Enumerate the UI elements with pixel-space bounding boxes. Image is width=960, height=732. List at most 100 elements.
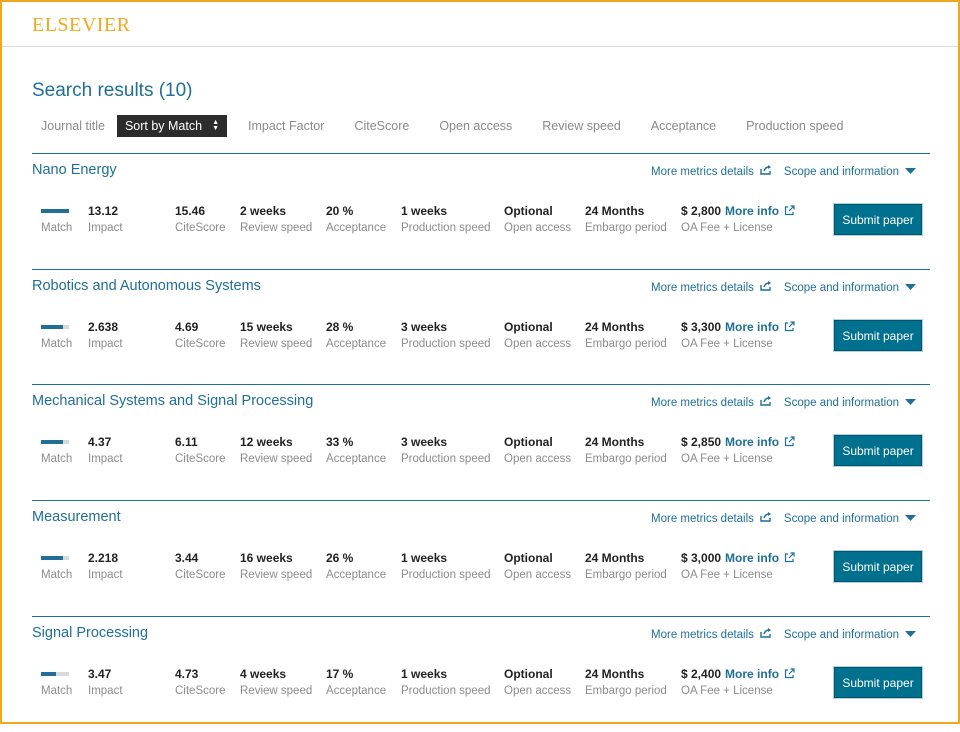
journal-name[interactable]: Signal Processing [32,625,148,641]
review-metric: 4 weeks Review speed [240,667,312,697]
production-value: 1 weeks [401,551,448,565]
sort-impact-factor[interactable]: Impact Factor [248,119,324,133]
sort-bar: Journal title Sort by Match ▲ ▼ Impact Fa… [32,115,864,137]
citescore-metric: 15.46 CiteScore [175,204,226,234]
impact-label: Impact [88,685,123,697]
embargo-value: 24 Months [585,204,645,218]
scope-info-toggle[interactable]: Scope and information [784,281,916,294]
impact-label: Impact [88,453,123,465]
caret-down-icon [905,282,916,294]
match-bar-fill [41,556,64,560]
match-label: Match [41,222,73,234]
review-value: 2 weeks [240,204,287,218]
journal-card: Measurement More metrics details Scope a… [32,500,930,616]
open-access-metric: Optional Open access [504,435,571,465]
submit-paper-button[interactable]: Submit paper [834,551,922,582]
sort-production-speed[interactable]: Production speed [746,119,843,133]
impact-label: Impact [88,222,123,234]
embargo-metric: 24 Months Embargo period [585,667,667,697]
journal-links: More metrics details Scope and informati… [651,628,916,641]
match-label: Match [41,453,73,465]
sort-acceptance[interactable]: Acceptance [651,119,716,133]
match-metric: Match [41,435,72,465]
submit-paper-button[interactable]: Submit paper [834,204,922,235]
review-metric: 15 weeks Review speed [240,320,312,350]
embargo-label: Embargo period [585,569,667,581]
more-info-link[interactable]: More info [725,204,795,218]
fee-label: OA Fee + License [681,453,773,465]
acceptance-label: Acceptance [326,569,387,581]
more-metrics-link[interactable]: More metrics details [651,512,772,525]
fee-metric: $ 2,850 More info OA Fee + License [681,435,795,465]
sort-citescore[interactable]: CiteScore [354,119,409,133]
more-info-link[interactable]: More info [725,320,795,334]
scope-info-toggle[interactable]: Scope and information [784,396,916,409]
page-title: Search results (10) [32,80,193,101]
more-info-link[interactable]: More info [725,435,795,449]
production-label: Production speed [401,222,491,234]
embargo-label: Embargo period [585,453,667,465]
more-metrics-link[interactable]: More metrics details [651,396,772,409]
elsevier-logo[interactable]: ELSEVIER [32,14,130,37]
acceptance-metric: 28 % Acceptance [326,320,386,350]
acceptance-metric: 33 % Acceptance [326,435,386,465]
embargo-metric: 24 Months Embargo period [585,435,667,465]
sort-open-access[interactable]: Open access [439,119,512,133]
impact-metric: 3.47 Impact [88,667,123,697]
journal-name[interactable]: Nano Energy [32,162,117,178]
review-label: Review speed [240,569,313,581]
sort-by-match-dropdown[interactable]: Sort by Match ▲ ▼ [116,115,227,137]
acceptance-label: Acceptance [326,453,387,465]
production-metric: 3 weeks Production speed [401,435,491,465]
scope-info-toggle[interactable]: Scope and information [784,512,916,525]
fee-row: $ 3,000 More info [681,551,795,566]
open-access-label: Open access [504,338,572,350]
impact-value: 13.12 [88,204,119,218]
match-bar-fill [41,209,69,213]
scope-info-toggle[interactable]: Scope and information [784,628,916,641]
review-metric: 12 weeks Review speed [240,435,312,465]
submit-paper-button[interactable]: Submit paper [834,320,922,351]
open-access-label: Open access [504,222,572,234]
open-access-value: Optional [504,204,553,218]
fee-metric: $ 3,000 More info OA Fee + License [681,551,795,581]
production-label: Production speed [401,338,491,350]
share-icon [760,628,772,641]
match-metric: Match [41,551,72,581]
more-info-link[interactable]: More info [725,551,795,565]
embargo-value: 24 Months [585,551,645,565]
submit-paper-button[interactable]: Submit paper [834,667,922,698]
citescore-value: 3.44 [175,551,199,565]
fee-label: OA Fee + License [681,569,773,581]
journal-name[interactable]: Robotics and Autonomous Systems [32,278,261,294]
embargo-metric: 24 Months Embargo period [585,320,667,350]
sort-journal-title[interactable]: Journal title [41,119,105,133]
match-label: Match [41,338,73,350]
open-access-value: Optional [504,320,553,334]
review-value: 12 weeks [240,435,293,449]
fee-metric: $ 2,800 More info OA Fee + License [681,204,795,234]
match-label: Match [41,685,73,697]
scope-info-toggle[interactable]: Scope and information [784,165,916,178]
impact-metric: 4.37 Impact [88,435,123,465]
more-metrics-link[interactable]: More metrics details [651,628,772,641]
share-icon [760,165,772,178]
more-metrics-link[interactable]: More metrics details [651,281,772,294]
more-metrics-link[interactable]: More metrics details [651,165,772,178]
impact-metric: 2.638 Impact [88,320,123,350]
production-value: 1 weeks [401,667,448,681]
caret-down-icon [905,166,916,178]
external-link-icon [785,321,795,332]
acceptance-metric: 17 % Acceptance [326,667,386,697]
fee-row: $ 2,850 More info [681,435,795,450]
journal-name[interactable]: Measurement [32,509,121,525]
submit-paper-button[interactable]: Submit paper [834,435,922,466]
fee-metric: $ 2,400 More info OA Fee + License [681,667,795,697]
acceptance-metric: 26 % Acceptance [326,551,386,581]
journal-name[interactable]: Mechanical Systems and Signal Processing [32,393,313,409]
share-icon [760,512,772,525]
more-info-link[interactable]: More info [725,667,795,681]
sort-review-speed[interactable]: Review speed [542,119,621,133]
more-metrics-label: More metrics details [651,512,754,525]
citescore-label: CiteScore [175,338,226,350]
